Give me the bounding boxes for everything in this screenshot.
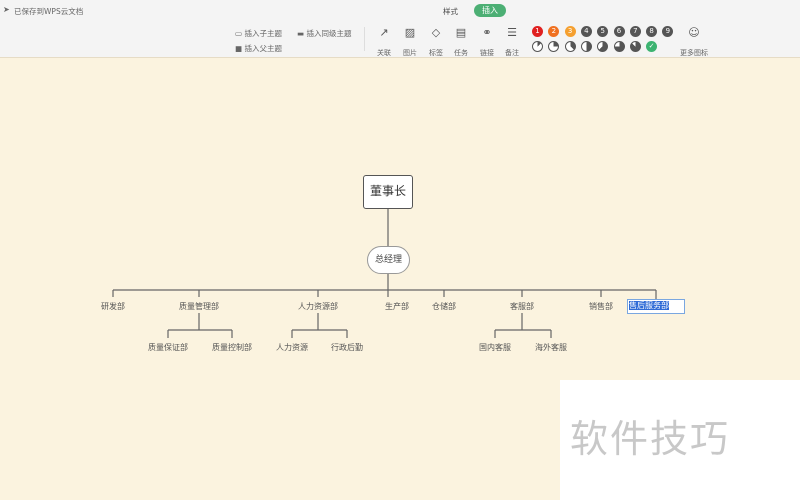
- department-node[interactable]: 质量管理部: [179, 301, 219, 312]
- department-node[interactable]: 生产部: [385, 301, 409, 312]
- selected-text: 售后服务部: [629, 301, 669, 310]
- hr-sub-connectors: [291, 313, 348, 338]
- sub-node[interactable]: 行政后勤: [331, 342, 363, 353]
- department-node[interactable]: 仓储部: [432, 301, 456, 312]
- service-sub-connectors: [494, 313, 552, 338]
- sub-node[interactable]: 质量控制部: [212, 342, 252, 353]
- quality-sub-connectors: [167, 313, 233, 338]
- sub-node[interactable]: 质量保证部: [148, 342, 188, 353]
- department-node[interactable]: 人力资源部: [298, 301, 338, 312]
- sub-node[interactable]: 国内客服: [479, 342, 511, 353]
- editing-node-input[interactable]: 售后服务部: [627, 299, 685, 314]
- watermark: 软件技巧: [560, 380, 800, 500]
- sub-node[interactable]: 海外客服: [535, 342, 567, 353]
- department-node[interactable]: 客服部: [510, 301, 534, 312]
- root-node[interactable]: 董事长: [363, 175, 413, 209]
- department-node[interactable]: 研发部: [101, 301, 125, 312]
- department-node[interactable]: 销售部: [589, 301, 613, 312]
- sub-node[interactable]: 人力资源: [276, 342, 308, 353]
- department-connectors: [112, 290, 657, 299]
- manager-node[interactable]: 总经理: [367, 246, 410, 274]
